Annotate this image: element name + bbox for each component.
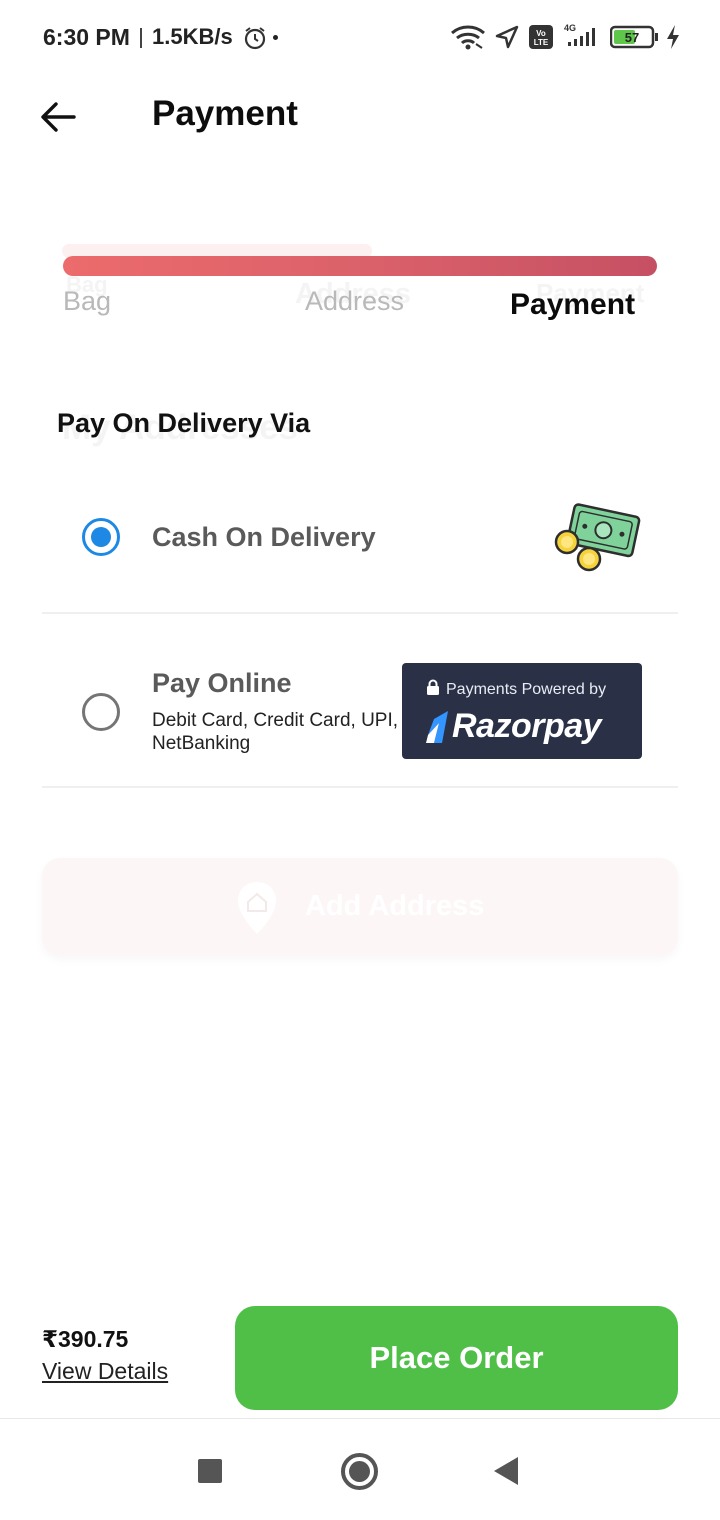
home-button[interactable] xyxy=(341,1453,378,1490)
svg-text:LTE: LTE xyxy=(534,38,549,47)
radio-unselected[interactable] xyxy=(82,693,120,731)
option-title: Pay Online xyxy=(152,668,292,698)
total-price: ₹390.75 xyxy=(42,1326,129,1352)
lock-icon xyxy=(427,679,439,695)
charging-icon xyxy=(664,24,682,55)
recents-button[interactable] xyxy=(198,1459,222,1483)
signal-icon: 4G xyxy=(562,22,602,55)
option-title: Cash On Delivery xyxy=(152,522,376,552)
system-back-button[interactable] xyxy=(494,1457,518,1485)
add-address-label: Add Address xyxy=(305,890,485,922)
option-subtitle: Debit Card, Credit Card, UPI, NetBanking xyxy=(152,710,399,754)
razorpay-mark-icon xyxy=(426,711,448,743)
razorpay-caption-text: Payments Powered by xyxy=(446,681,607,698)
arrow-left-icon xyxy=(41,102,76,132)
add-address-ghost: Add Address xyxy=(42,858,678,956)
place-order-button[interactable]: Place Order xyxy=(235,1306,678,1410)
section-title: Pay On Delivery Via xyxy=(57,408,311,438)
status-divider xyxy=(140,28,142,48)
status-bar: 6:30 PM 1.5KB/s Vo LTE 4G 57 xyxy=(0,0,720,74)
status-icons: Vo LTE 4G 57 xyxy=(450,22,690,52)
svg-text:57: 57 xyxy=(625,30,639,45)
step-address[interactable]: Address xyxy=(305,286,404,317)
back-button[interactable] xyxy=(36,96,84,140)
status-time: 6:30 PM xyxy=(43,24,130,50)
step-bag[interactable]: Bag xyxy=(63,286,111,317)
razorpay-wordmark: Razorpay xyxy=(452,707,602,745)
volte-icon: Vo LTE xyxy=(528,24,554,55)
page-title: Payment xyxy=(152,94,298,133)
svg-text:Vo: Vo xyxy=(536,29,546,38)
wifi-icon xyxy=(450,24,486,55)
view-details-link[interactable]: View Details xyxy=(42,1358,168,1385)
option-pay-online[interactable]: Pay Online Debit Card, Credit Card, UPI,… xyxy=(42,630,678,788)
battery-icon: 57 xyxy=(609,24,660,55)
notification-dot xyxy=(273,35,278,40)
alarm-icon xyxy=(242,25,268,56)
step-payment: Payment xyxy=(510,288,636,321)
location-icon xyxy=(494,24,520,55)
status-network-speed: 1.5KB/s xyxy=(152,24,233,49)
radio-selected[interactable] xyxy=(82,518,120,556)
option-cash-on-delivery[interactable]: Cash On Delivery xyxy=(42,480,678,614)
system-nav-bar xyxy=(0,1418,720,1520)
svg-text:4G: 4G xyxy=(564,23,576,33)
location-pin-icon xyxy=(236,880,278,941)
razorpay-caption: Payments Powered by xyxy=(426,679,606,699)
cash-coins-icon xyxy=(552,502,642,579)
stepper-progress-bar xyxy=(63,256,657,276)
razorpay-badge: Payments Powered by Razorpay xyxy=(402,663,642,759)
